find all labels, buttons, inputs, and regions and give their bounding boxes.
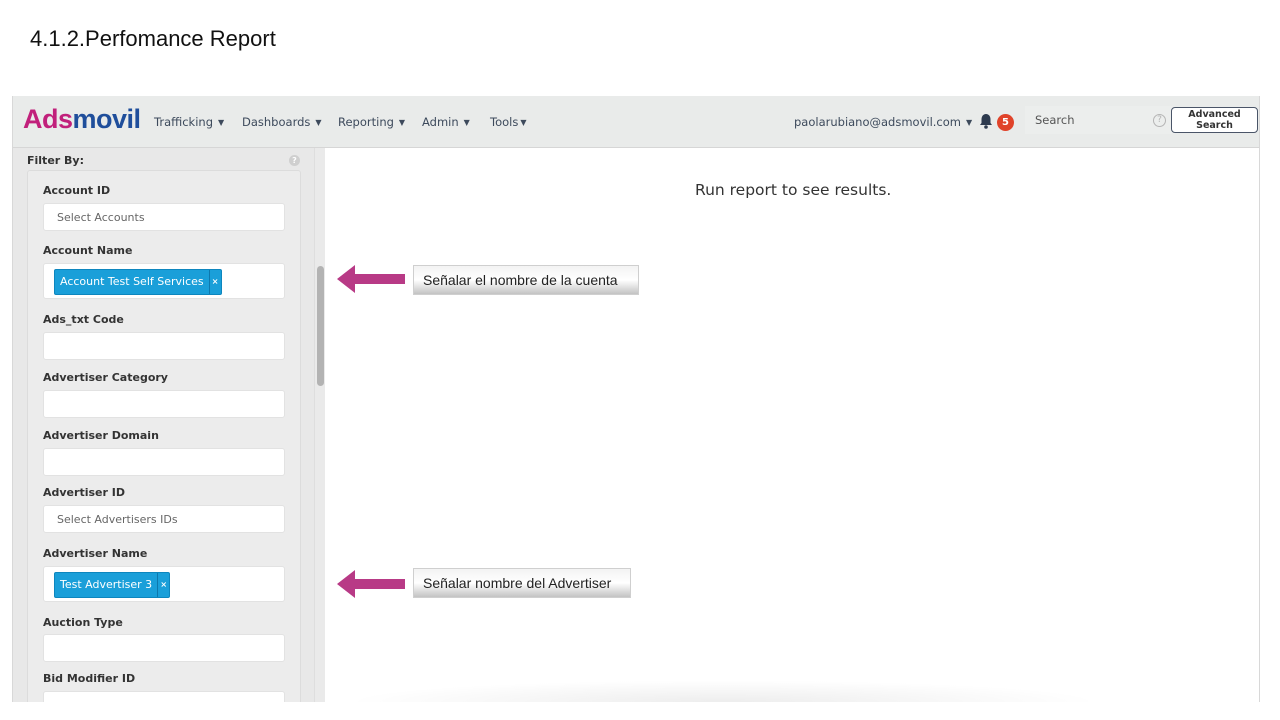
nav-admin-label: Admin	[422, 115, 459, 129]
sidebar-scrollbar[interactable]	[314, 148, 325, 702]
nav-trafficking[interactable]: Trafficking ▼	[154, 115, 224, 129]
filter-label-ads-txt-code: Ads_txt Code	[43, 313, 124, 326]
advertiser-domain-input[interactable]	[43, 448, 285, 476]
chevron-down-icon: ▼	[966, 118, 973, 127]
nav-tools[interactable]: Tools ▼	[490, 115, 527, 129]
account-name-tag-label: Account Test Self Services	[60, 275, 204, 288]
filter-help-icon[interactable]: ?	[289, 155, 300, 166]
advertiser-category-input[interactable]	[43, 390, 285, 418]
arrow-left-icon	[337, 570, 405, 598]
ads-txt-code-input[interactable]	[43, 332, 285, 360]
advertiser-name-tag[interactable]: Test Advertiser 3 ×	[54, 572, 171, 598]
nav-trafficking-label: Trafficking	[154, 115, 213, 129]
filter-label-advertiser-domain: Advertiser Domain	[43, 429, 159, 442]
advertiser-name-tag-label: Test Advertiser 3	[60, 578, 153, 591]
filter-label-bid-modifier-id: Bid Modifier ID	[43, 672, 136, 685]
arrow-left-icon	[337, 265, 405, 293]
nav-reporting-label: Reporting	[338, 115, 394, 129]
bottom-shadow	[343, 680, 1103, 702]
bid-modifier-id-input[interactable]	[43, 691, 285, 702]
filter-label-advertiser-id: Advertiser ID	[43, 486, 125, 499]
remove-tag-icon[interactable]: ×	[208, 270, 221, 294]
advertiser-id-placeholder: Select Advertisers IDs	[57, 513, 178, 526]
auction-type-input[interactable]	[43, 634, 285, 662]
account-id-select[interactable]: Select Accounts	[43, 203, 285, 231]
filter-sidebar: Filter By: ? Account ID Select Accounts …	[13, 148, 325, 702]
nav-tools-label: Tools	[490, 115, 519, 129]
annotation-advertiser-name: Señalar nombre del Advertiser	[413, 568, 631, 598]
account-id-placeholder: Select Accounts	[57, 211, 145, 224]
user-menu[interactable]: paolarubiano@adsmovil.com ▼	[794, 115, 972, 129]
chevron-down-icon: ▼	[315, 118, 322, 127]
top-navbar: Adsmovil Trafficking ▼ Dashboards ▼ Report…	[13, 96, 1259, 148]
filter-label-auction-type: Auction Type	[43, 616, 123, 629]
document-title: 4.1.2.Perfomance Report	[30, 26, 276, 51]
logo-part-ads: Ads	[23, 104, 73, 134]
filter-label-advertiser-category: Advertiser Category	[43, 371, 168, 384]
bell-icon[interactable]	[979, 113, 993, 129]
advanced-search-button[interactable]: Advanced Search	[1171, 107, 1258, 133]
chevron-down-icon: ▼	[463, 118, 470, 127]
app-window: Adsmovil Trafficking ▼ Dashboards ▼ Report…	[12, 96, 1260, 702]
chevron-down-icon: ▼	[398, 118, 406, 127]
user-email: paolarubiano@adsmovil.com	[794, 115, 961, 129]
nav-reporting[interactable]: Reporting ▼	[338, 115, 405, 129]
filter-label-advertiser-name: Advertiser Name	[43, 547, 148, 560]
nav-admin[interactable]: Admin ▼	[422, 115, 470, 129]
chevron-down-icon: ▼	[520, 118, 527, 127]
filter-title: Filter By:	[27, 154, 84, 167]
filter-label-account-name: Account Name	[43, 244, 133, 257]
adsmovil-logo[interactable]: Adsmovil	[23, 104, 141, 135]
account-name-select[interactable]: Account Test Self Services ×	[43, 263, 285, 299]
filter-label-account-id: Account ID	[43, 184, 111, 197]
advertiser-id-select[interactable]: Select Advertisers IDs	[43, 505, 285, 533]
account-name-tag[interactable]: Account Test Self Services ×	[54, 269, 222, 295]
logo-part-movil: movil	[72, 104, 142, 134]
notification-badge[interactable]: 5	[997, 114, 1014, 131]
nav-dashboards-label: Dashboards	[242, 115, 311, 129]
nav-dashboards[interactable]: Dashboards ▼	[242, 115, 322, 129]
remove-tag-icon[interactable]: ×	[157, 573, 169, 597]
chevron-down-icon: ▼	[218, 118, 225, 127]
help-icon[interactable]: ?	[1153, 114, 1166, 127]
sidebar-scroll-thumb[interactable]	[317, 266, 324, 386]
annotation-account-name: Señalar el nombre de la cuenta	[413, 265, 639, 295]
empty-results-message: Run report to see results.	[695, 181, 892, 199]
advertiser-name-select[interactable]: Test Advertiser 3 ×	[43, 566, 285, 602]
